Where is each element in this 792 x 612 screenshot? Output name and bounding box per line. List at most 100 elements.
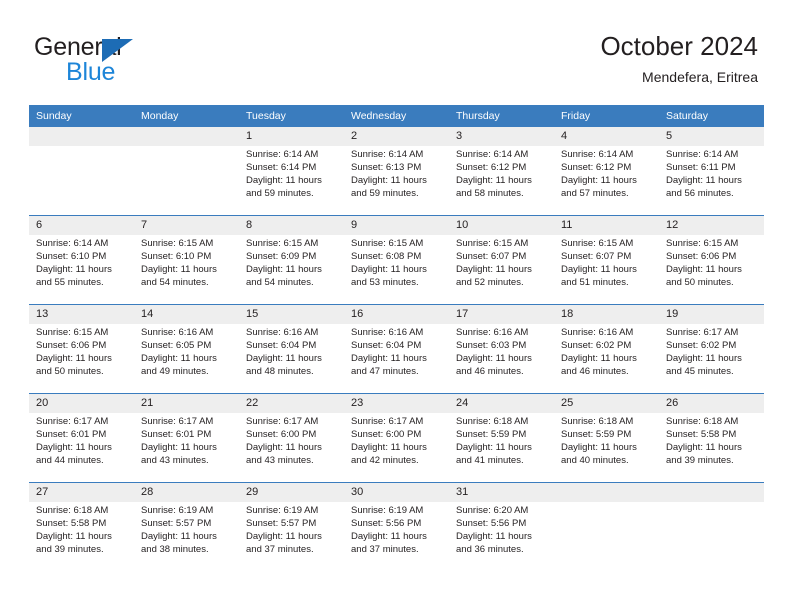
day-cell[interactable]: Sunrise: 6:19 AM Sunset: 5:57 PM Daylight:… (134, 502, 239, 571)
day-daylight1-text: Daylight: 11 hours (246, 441, 322, 453)
day-daylight1-text: Daylight: 11 hours (36, 530, 112, 542)
day-sunset-text: Sunset: 6:05 PM (141, 339, 212, 351)
day-cell[interactable]: Sunrise: 6:17 AM Sunset: 6:00 PM Daylight:… (239, 413, 344, 482)
day-daylight2-text: and 47 minutes. (351, 365, 419, 377)
day-cell[interactable]: Sunrise: 6:14 AM Sunset: 6:13 PM Daylight:… (344, 146, 449, 215)
week-detail-cells: Sunrise: 6:15 AM Sunset: 6:06 PM Daylight:… (29, 324, 764, 393)
day-cell[interactable]: Sunrise: 6:14 AM Sunset: 6:12 PM Daylight:… (554, 146, 659, 215)
day-cell[interactable]: Sunrise: 6:15 AM Sunset: 6:07 PM Daylight:… (449, 235, 554, 304)
day-number[interactable]: 18 (554, 305, 659, 324)
day-daylight1-text: Daylight: 11 hours (246, 174, 322, 186)
day-cell[interactable]: Sunrise: 6:16 AM Sunset: 6:04 PM Daylight:… (239, 324, 344, 393)
day-number[interactable]: 4 (554, 127, 659, 146)
day-number[interactable]: 2 (344, 127, 449, 146)
day-cell[interactable]: Sunrise: 6:18 AM Sunset: 5:58 PM Daylight:… (659, 413, 764, 482)
day-daylight1-text: Daylight: 11 hours (561, 352, 637, 364)
day-cell[interactable]: Sunrise: 6:16 AM Sunset: 6:04 PM Daylight:… (344, 324, 449, 393)
day-number[interactable]: 26 (659, 394, 764, 413)
day-sunset-text: Sunset: 6:11 PM (666, 161, 736, 173)
day-cell[interactable]: Sunrise: 6:17 AM Sunset: 6:01 PM Daylight:… (29, 413, 134, 482)
day-cell[interactable]: Sunrise: 6:17 AM Sunset: 6:02 PM Daylight:… (659, 324, 764, 393)
day-sunset-text: Sunset: 6:00 PM (351, 428, 422, 440)
day-cell[interactable]: Sunrise: 6:20 AM Sunset: 5:56 PM Daylight:… (449, 502, 554, 571)
general-blue-logo[interactable]: General Blue (34, 33, 214, 88)
day-cell[interactable]: Sunrise: 6:19 AM Sunset: 5:56 PM Daylight:… (344, 502, 449, 571)
day-cell[interactable]: Sunrise: 6:18 AM Sunset: 5:58 PM Daylight:… (29, 502, 134, 571)
day-number[interactable]: 20 (29, 394, 134, 413)
day-daylight2-text: and 37 minutes. (246, 543, 314, 555)
day-sunrise-text: Sunrise: 6:17 AM (351, 416, 424, 427)
day-number[interactable]: 14 (134, 305, 239, 324)
day-number[interactable]: 19 (659, 305, 764, 324)
day-cell[interactable]: Sunrise: 6:16 AM Sunset: 6:02 PM Daylight:… (554, 324, 659, 393)
day-sunset-text: Sunset: 6:10 PM (141, 250, 212, 262)
day-sunrise-text: Sunrise: 6:16 AM (246, 327, 319, 338)
day-number[interactable]: 13 (29, 305, 134, 324)
day-cell[interactable]: Sunrise: 6:17 AM Sunset: 6:00 PM Daylight:… (344, 413, 449, 482)
day-cell[interactable]: Sunrise: 6:16 AM Sunset: 6:05 PM Daylight:… (134, 324, 239, 393)
day-cell[interactable]: Sunrise: 6:18 AM Sunset: 5:59 PM Daylight:… (449, 413, 554, 482)
day-cell[interactable]: Sunrise: 6:15 AM Sunset: 6:07 PM Daylight:… (554, 235, 659, 304)
day-daylight2-text: and 46 minutes. (456, 365, 524, 377)
day-sunset-text: Sunset: 6:01 PM (36, 428, 107, 440)
calendar-weeks: 1 2 3 4 5 Sunrise: 6:14 AM Sunset: 6:14 PM Dayl… (29, 127, 764, 571)
day-number[interactable]: 24 (449, 394, 554, 413)
day-number[interactable]: 22 (239, 394, 344, 413)
day-number[interactable]: 31 (449, 483, 554, 502)
day-cell[interactable]: Sunrise: 6:18 AM Sunset: 5:59 PM Daylight:… (554, 413, 659, 482)
location-subtitle: Mendefera, Eritrea (642, 69, 758, 85)
day-number[interactable]: 12 (659, 216, 764, 235)
day-daylight2-text: and 43 minutes. (141, 454, 209, 466)
day-sunrise-text: Sunrise: 6:14 AM (351, 149, 424, 160)
day-number[interactable]: 30 (344, 483, 449, 502)
day-daylight1-text: Daylight: 11 hours (456, 352, 532, 364)
day-cell[interactable]: Sunrise: 6:16 AM Sunset: 6:03 PM Daylight:… (449, 324, 554, 393)
day-sunrise-text: Sunrise: 6:18 AM (36, 505, 109, 516)
day-sunset-text: Sunset: 6:04 PM (351, 339, 422, 351)
day-cell[interactable]: Sunrise: 6:19 AM Sunset: 5:57 PM Daylight:… (239, 502, 344, 571)
day-cell[interactable]: Sunrise: 6:14 AM Sunset: 6:10 PM Daylight:… (29, 235, 134, 304)
day-cell[interactable]: Sunrise: 6:15 AM Sunset: 6:06 PM Daylight:… (29, 324, 134, 393)
day-number[interactable]: 28 (134, 483, 239, 502)
day-cell[interactable]: Sunrise: 6:15 AM Sunset: 6:10 PM Daylight:… (134, 235, 239, 304)
day-daylight2-text: and 37 minutes. (351, 543, 419, 555)
day-cell[interactable]: Sunrise: 6:15 AM Sunset: 6:06 PM Daylight:… (659, 235, 764, 304)
day-number[interactable]: 16 (344, 305, 449, 324)
day-number[interactable]: 27 (29, 483, 134, 502)
day-daylight1-text: Daylight: 11 hours (666, 263, 742, 275)
day-number[interactable]: 25 (554, 394, 659, 413)
day-cell[interactable]: Sunrise: 6:15 AM Sunset: 6:09 PM Daylight:… (239, 235, 344, 304)
day-number[interactable]: 21 (134, 394, 239, 413)
day-number[interactable]: 17 (449, 305, 554, 324)
day-daylight2-text: and 55 minutes. (36, 276, 104, 288)
day-cell[interactable]: Sunrise: 6:15 AM Sunset: 6:08 PM Daylight:… (344, 235, 449, 304)
day-number[interactable]: 3 (449, 127, 554, 146)
week-date-numbers: 27 28 29 30 31 (29, 483, 764, 502)
day-sunset-text: Sunset: 6:06 PM (666, 250, 737, 262)
day-number[interactable]: 1 (239, 127, 344, 146)
day-daylight1-text: Daylight: 11 hours (36, 263, 112, 275)
day-cell[interactable]: Sunrise: 6:17 AM Sunset: 6:01 PM Daylight:… (134, 413, 239, 482)
day-number[interactable]: 6 (29, 216, 134, 235)
weekday-header-sunday: Sunday (36, 110, 72, 122)
day-cell[interactable]: Sunrise: 6:14 AM Sunset: 6:11 PM Daylight:… (659, 146, 764, 215)
day-daylight1-text: Daylight: 11 hours (666, 352, 742, 364)
day-number[interactable]: 23 (344, 394, 449, 413)
day-number[interactable]: 8 (239, 216, 344, 235)
day-number[interactable]: 29 (239, 483, 344, 502)
day-number[interactable]: 5 (659, 127, 764, 146)
day-daylight2-text: and 46 minutes. (561, 365, 629, 377)
day-sunset-text: Sunset: 6:07 PM (456, 250, 527, 262)
logo-text-blue: Blue (66, 58, 116, 86)
day-number[interactable]: 9 (344, 216, 449, 235)
day-number[interactable]: 10 (449, 216, 554, 235)
day-number[interactable]: 15 (239, 305, 344, 324)
day-number[interactable]: 11 (554, 216, 659, 235)
day-cell[interactable]: Sunrise: 6:14 AM Sunset: 6:12 PM Daylight:… (449, 146, 554, 215)
day-sunset-text: Sunset: 5:59 PM (456, 428, 527, 440)
day-sunrise-text: Sunrise: 6:15 AM (456, 238, 529, 249)
day-number[interactable]: 7 (134, 216, 239, 235)
calendar-week-row: 13 14 15 16 17 18 19 Sunrise: 6:15 AM Sunset: 6:… (29, 304, 764, 393)
day-daylight1-text: Daylight: 11 hours (36, 352, 112, 364)
day-cell[interactable]: Sunrise: 6:14 AM Sunset: 6:14 PM Daylight:… (239, 146, 344, 215)
